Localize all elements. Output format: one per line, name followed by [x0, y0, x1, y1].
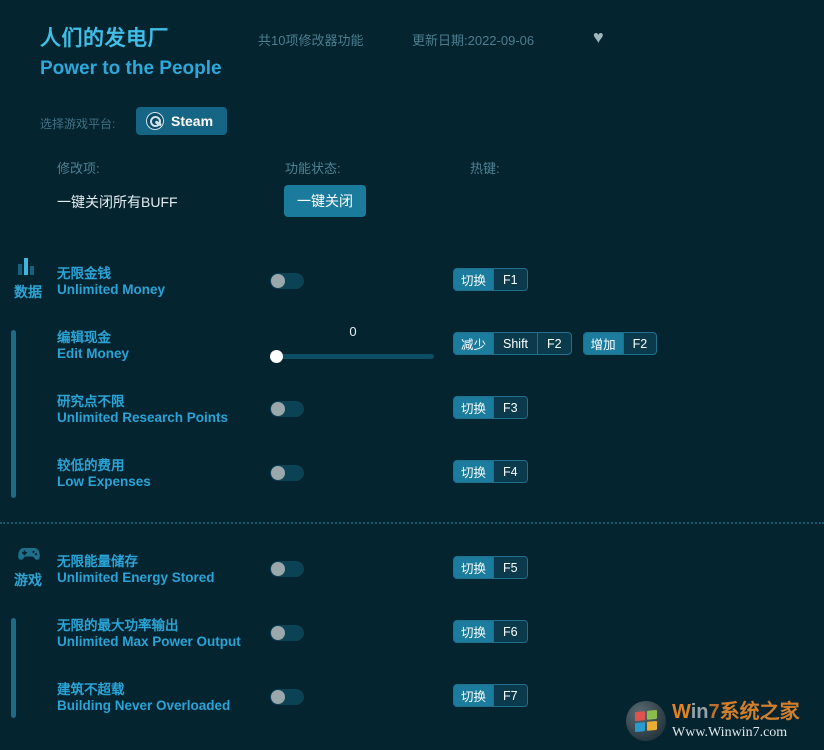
hotkey-key[interactable]: F6 — [493, 621, 527, 642]
option-toggle[interactable] — [270, 689, 304, 705]
hotkey-chip[interactable]: 切换 F5 — [453, 556, 528, 579]
toggle-knob — [271, 626, 285, 640]
feature-count-label: 共10项修改器功能 — [258, 33, 364, 48]
update-date-label: 更新日期:2022-09-06 — [412, 33, 535, 48]
option-name-en: Edit Money — [57, 346, 130, 361]
table-row: 无限的最大功率输出 Unlimited Max Power Output 切换 F6 — [0, 610, 824, 670]
option-name-cn: 编辑现金 — [57, 330, 111, 345]
toggle-knob — [271, 466, 285, 480]
toggle-knob — [271, 690, 285, 704]
toggle-knob — [271, 274, 285, 288]
platform-steam-button[interactable]: Steam — [136, 107, 228, 135]
option-name-cn: 建筑不超载 — [57, 682, 125, 697]
hotkey-chip[interactable]: 增加 F2 — [582, 332, 658, 355]
trainer-window: 人们的发电厂 Power to the People 共10项修改器功能 更新日… — [0, 0, 824, 750]
option-name-en: Unlimited Money — [57, 282, 166, 297]
hotkey-action-label: 减少 — [454, 333, 494, 354]
hotkey-chip[interactable]: 减少 Shift F2 — [453, 332, 572, 355]
option-toggle[interactable] — [270, 465, 304, 481]
option-name-en: Low Expenses — [57, 474, 151, 489]
hotkey-chip[interactable]: 切换 F3 — [453, 396, 528, 419]
option-name-en: Unlimited Energy Stored — [57, 570, 215, 585]
column-header-option: 修改项: — [57, 161, 100, 176]
hotkey-key[interactable]: F2 — [537, 333, 571, 354]
column-header-status: 功能状态: — [285, 161, 341, 176]
hotkey-key[interactable]: F3 — [493, 397, 527, 418]
hotkey-action-label: 切换 — [454, 461, 494, 482]
onekey-disable-all-button[interactable]: 一键关闭 — [284, 185, 366, 217]
option-name-cn: 无限的最大功率输出 — [57, 618, 179, 633]
table-row: 编辑现金 Edit Money 0 减少 Shift F2 增加 F2 — [0, 322, 824, 382]
steam-icon — [146, 112, 164, 130]
hotkey-action-label: 增加 — [583, 333, 623, 354]
hotkey-group: 切换 F5 — [453, 556, 528, 579]
slider-thumb[interactable] — [270, 350, 283, 363]
hotkey-group: 切换 F7 — [453, 684, 528, 707]
game-title-cn: 人们的发电厂 — [40, 27, 169, 50]
hotkey-group: 切换 F4 — [453, 460, 528, 483]
hotkey-key[interactable]: F1 — [493, 269, 527, 290]
section-divider — [0, 522, 824, 524]
hotkey-group: 切换 F1 — [453, 268, 528, 291]
hotkey-group: 切换 F3 — [453, 396, 528, 419]
option-toggle[interactable] — [270, 625, 304, 641]
platform-label: 选择游戏平台: — [40, 117, 116, 131]
option-name-cn: 较低的费用 — [57, 458, 125, 473]
option-name-cn: 无限金钱 — [57, 266, 111, 281]
hotkey-chip[interactable]: 切换 F1 — [453, 268, 528, 291]
toggle-knob — [271, 402, 285, 416]
hotkey-action-label: 切换 — [454, 397, 494, 418]
slider-value: 0 — [349, 324, 357, 339]
option-toggle[interactable] — [270, 561, 304, 577]
hotkey-action-label: 切换 — [454, 269, 494, 290]
option-name-cn: 无限能量储存 — [57, 554, 138, 569]
game-title-en: Power to the People — [40, 58, 222, 79]
option-toggle[interactable] — [270, 401, 304, 417]
table-row: 较低的费用 Low Expenses 切换 F4 — [0, 450, 824, 510]
option-name-en: Building Never Overloaded — [57, 698, 231, 713]
column-header-hotkey: 热键: — [470, 161, 500, 176]
option-name-en: Unlimited Research Points — [57, 410, 229, 425]
onekey-option-name: 一键关闭所有BUFF — [57, 194, 178, 210]
hotkey-action-label: 切换 — [454, 557, 494, 578]
platform-steam-label: Steam — [171, 113, 214, 129]
hotkey-chip[interactable]: 切换 F7 — [453, 684, 528, 707]
table-row: 无限能量储存 Unlimited Energy Stored 切换 F5 — [0, 546, 824, 606]
hotkey-key[interactable]: F2 — [622, 333, 657, 354]
option-name-cn: 研究点不限 — [57, 394, 125, 409]
table-row: 研究点不限 Unlimited Research Points 切换 F3 — [0, 386, 824, 446]
hotkey-action-label: 切换 — [454, 621, 494, 642]
table-row: 建筑不超载 Building Never Overloaded 切换 F7 — [0, 674, 824, 734]
option-toggle[interactable] — [270, 273, 304, 289]
heart-icon[interactable]: ♥ — [593, 28, 611, 46]
hotkey-chip[interactable]: 切换 F4 — [453, 460, 528, 483]
table-row: 无限金钱 Unlimited Money 切换 F1 — [0, 258, 824, 318]
hotkey-action-label: 切换 — [454, 685, 494, 706]
hotkey-chip[interactable]: 切换 F6 — [453, 620, 528, 643]
option-name-en: Unlimited Max Power Output — [57, 634, 241, 649]
slider-track[interactable] — [274, 354, 434, 359]
hotkey-group: 切换 F6 — [453, 620, 528, 643]
hotkey-key[interactable]: Shift — [493, 333, 537, 354]
hotkey-key[interactable]: F5 — [493, 557, 527, 578]
toggle-knob — [271, 562, 285, 576]
hotkey-key[interactable]: F7 — [493, 685, 527, 706]
hotkey-key[interactable]: F4 — [493, 461, 527, 482]
hotkey-group: 减少 Shift F2 增加 F2 — [453, 332, 658, 355]
